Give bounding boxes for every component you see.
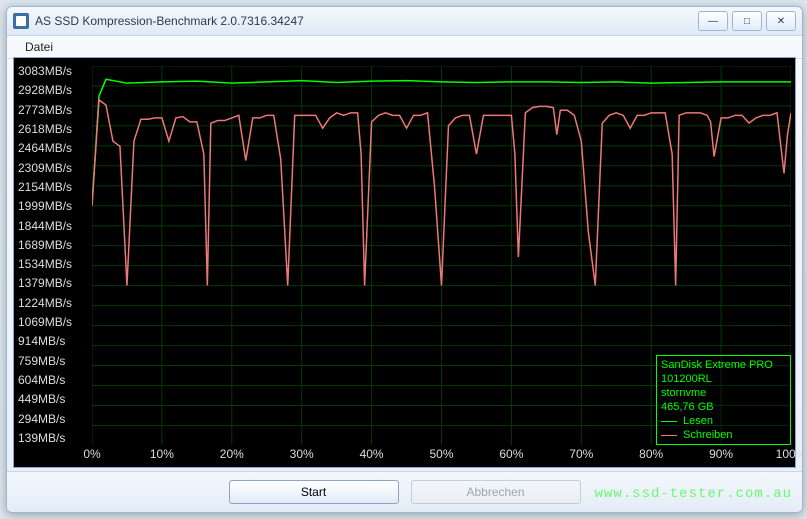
y-tick-label: 2464MB/s xyxy=(14,141,92,155)
legend-device-1: SanDisk Extreme PRO xyxy=(661,358,786,372)
x-tick-label: 0% xyxy=(83,447,100,461)
button-bar: Start Abbrechen xyxy=(7,471,802,512)
minimize-button[interactable]: — xyxy=(698,11,728,31)
y-tick-label: 1069MB/s xyxy=(14,315,92,329)
start-button[interactable]: Start xyxy=(229,480,399,504)
x-tick-label: 40% xyxy=(360,447,384,461)
legend-capacity: 465,76 GB xyxy=(661,400,786,414)
y-tick-label: 1379MB/s xyxy=(14,276,92,290)
window-controls: — □ ✕ xyxy=(698,11,796,31)
x-tick-label: 20% xyxy=(220,447,244,461)
legend-device-2: 101200RL xyxy=(661,372,786,386)
y-tick-label: 1844MB/s xyxy=(14,219,92,233)
x-tick-label: 80% xyxy=(639,447,663,461)
cancel-button: Abbrechen xyxy=(411,480,581,504)
y-tick-label: 1689MB/s xyxy=(14,238,92,252)
legend-write-label: Schreiben xyxy=(683,428,733,442)
y-tick-label: 294MB/s xyxy=(14,412,92,426)
x-tick-label: 90% xyxy=(709,447,733,461)
maximize-button[interactable]: □ xyxy=(732,11,762,31)
menubar: Datei xyxy=(7,36,802,59)
legend-box: SanDisk Extreme PRO 101200RL stornvme 46… xyxy=(656,355,791,445)
y-tick-label: 2773MB/s xyxy=(14,103,92,117)
legend-read-row: Lesen xyxy=(661,414,786,428)
x-tick-label: 30% xyxy=(290,447,314,461)
x-tick-label: 100% xyxy=(776,447,803,461)
y-tick-label: 1224MB/s xyxy=(14,296,92,310)
legend-write-swatch xyxy=(661,435,677,436)
titlebar[interactable]: AS SSD Kompression-Benchmark 2.0.7316.34… xyxy=(7,7,802,36)
y-tick-label: 139MB/s xyxy=(14,431,92,445)
x-axis-labels: 0%10%20%30%40%50%60%70%80%90%100% xyxy=(92,447,791,465)
y-tick-label: 2928MB/s xyxy=(14,83,92,97)
y-tick-label: 2309MB/s xyxy=(14,161,92,175)
legend-read-swatch xyxy=(661,421,677,422)
x-tick-label: 10% xyxy=(150,447,174,461)
app-icon xyxy=(13,13,29,29)
y-tick-label: 2618MB/s xyxy=(14,122,92,136)
window-title: AS SSD Kompression-Benchmark 2.0.7316.34… xyxy=(35,14,698,28)
legend-write-row: Schreiben xyxy=(661,428,786,442)
y-tick-label: 604MB/s xyxy=(14,373,92,387)
x-tick-label: 50% xyxy=(429,447,453,461)
y-tick-label: 914MB/s xyxy=(14,334,92,348)
y-tick-label: 1999MB/s xyxy=(14,199,92,213)
y-tick-label: 1534MB/s xyxy=(14,257,92,271)
legend-read-label: Lesen xyxy=(683,414,713,428)
y-tick-label: 3083MB/s xyxy=(14,64,92,78)
y-tick-label: 449MB/s xyxy=(14,392,92,406)
x-tick-label: 60% xyxy=(499,447,523,461)
x-tick-label: 70% xyxy=(569,447,593,461)
y-tick-label: 759MB/s xyxy=(14,354,92,368)
y-axis-labels: 3083MB/s 2928MB/s 2773MB/s 2618MB/s 2464MB/s… xyxy=(14,64,92,445)
y-tick-label: 2154MB/s xyxy=(14,180,92,194)
legend-driver: stornvme xyxy=(661,386,786,400)
close-button[interactable]: ✕ xyxy=(766,11,796,31)
app-window: AS SSD Kompression-Benchmark 2.0.7316.34… xyxy=(6,6,803,513)
chart-panel: 3083MB/s 2928MB/s 2773MB/s 2618MB/s 2464MB/s… xyxy=(13,57,796,468)
menu-file[interactable]: Datei xyxy=(17,38,61,56)
